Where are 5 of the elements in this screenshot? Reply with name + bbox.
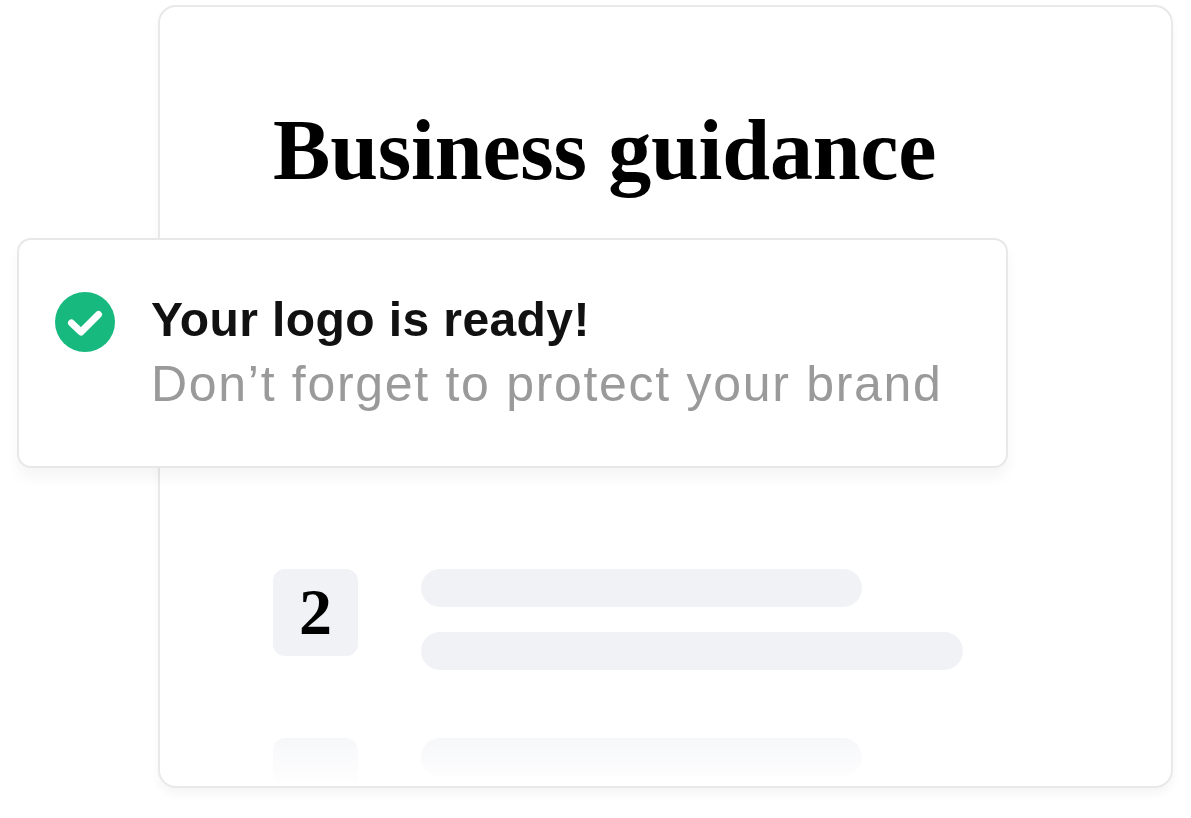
toast-message: Don’t forget to protect your brand <box>151 355 943 414</box>
step-number: 2 <box>273 568 358 656</box>
card-title: Business guidance <box>273 103 937 198</box>
check-circle-icon <box>55 292 115 352</box>
toast-title: Your logo is ready! <box>151 292 591 348</box>
